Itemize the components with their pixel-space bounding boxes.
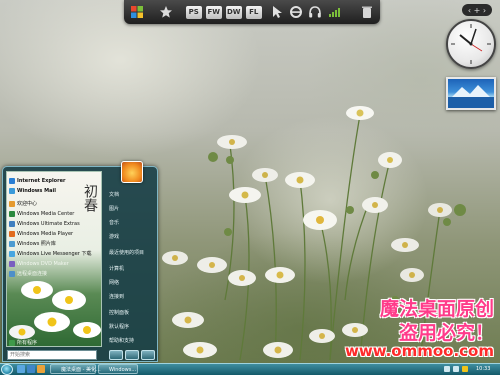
- right-arrow-icon: ›: [482, 5, 487, 15]
- taskbar-task-magic-desktop[interactable]: 魔法桌面 - 美化...: [50, 364, 101, 374]
- start-right-recent-items[interactable]: 最近使用的项目: [109, 249, 157, 257]
- start-item-label: Internet Explorer: [17, 177, 66, 184]
- star-icon[interactable]: [159, 4, 174, 20]
- media-center-icon: [9, 210, 15, 217]
- taskbar-clock[interactable]: 10:33: [476, 364, 490, 374]
- dreamweaver-button[interactable]: DW: [225, 4, 242, 20]
- start-item-label: 所有程序: [17, 340, 38, 346]
- start-right-pictures[interactable]: 图片: [109, 205, 157, 213]
- start-item-live-messenger[interactable]: Windows Live Messenger 下载: [9, 249, 101, 258]
- taskbar-task-windows[interactable]: Windows...: [98, 364, 138, 374]
- start-right-network[interactable]: 网络: [109, 279, 157, 287]
- tray-network-icon[interactable]: [444, 366, 450, 372]
- gadget-panel-button[interactable]: ‹ + ›: [462, 4, 492, 16]
- mail-icon: [9, 187, 15, 194]
- power-button[interactable]: [109, 350, 123, 360]
- start-item-label: 欢迎中心: [17, 201, 38, 207]
- photo-gallery-icon: [9, 240, 15, 247]
- dreamweaver-label: DW: [225, 5, 242, 19]
- watermark-line-2: 盗用必究！: [398, 322, 494, 344]
- start-item-media-player[interactable]: Windows Media Player: [9, 229, 101, 238]
- start-item-photo-gallery[interactable]: Windows 照片库: [9, 239, 101, 248]
- signal-icon[interactable]: [326, 4, 341, 20]
- start-orb-button[interactable]: [1, 364, 13, 375]
- quick-launch-ie-icon[interactable]: [27, 365, 35, 373]
- clock-gadget[interactable]: [446, 19, 496, 69]
- all-programs-arrow-icon: [9, 339, 15, 346]
- mountain-lake-image: [448, 85, 494, 108]
- start-right-help-support[interactable]: 帮助和支持: [109, 337, 157, 345]
- start-item-label: Windows Live Messenger 下载: [17, 251, 92, 257]
- flash-button[interactable]: FL: [245, 4, 262, 20]
- start-right-music[interactable]: 音乐: [109, 219, 157, 227]
- watermark-line-1: 魔法桌面原创: [379, 298, 494, 320]
- start-item-media-center[interactable]: Windows Media Center: [9, 209, 101, 218]
- recycle-bin-icon[interactable]: [359, 4, 374, 20]
- start-item-label: Windows 照片库: [17, 241, 56, 247]
- shutdown-options-button[interactable]: [141, 350, 155, 360]
- quick-launch-folder-icon[interactable]: [37, 365, 45, 373]
- extras-icon: [9, 220, 15, 227]
- headphones-icon[interactable]: [307, 4, 322, 20]
- tray-volume-icon[interactable]: [453, 366, 459, 372]
- messenger-icon: [9, 250, 15, 257]
- start-item-ultimate-extras[interactable]: Windows Ultimate Extras: [9, 219, 101, 228]
- fireworks-label: FW: [205, 5, 222, 19]
- top-dock: PS FW DW FL: [124, 0, 380, 24]
- left-arrow-icon: ‹: [467, 5, 472, 15]
- start-search-input[interactable]: 开始搜索: [7, 350, 97, 360]
- clock-face-icon: [451, 24, 491, 64]
- watermark-line-3: www.ommoo.com: [344, 342, 494, 360]
- start-right-games[interactable]: 游戏: [109, 233, 157, 241]
- start-item-windows-mail[interactable]: Windows Mail: [9, 186, 101, 195]
- start-item-welcome-center[interactable]: 欢迎中心: [9, 199, 101, 208]
- start-item-label: Windows DVD Maker: [17, 260, 69, 267]
- photoshop-label: PS: [185, 5, 202, 19]
- welcome-icon: [9, 200, 15, 207]
- media-player-icon: [9, 230, 15, 237]
- start-item-dvd-maker[interactable]: Windows DVD Maker: [9, 259, 101, 268]
- start-menu-programs-pane: 初春 Internet Explorer Windows Mail 欢迎中心 W…: [6, 171, 102, 347]
- slideshow-gadget[interactable]: [446, 77, 496, 110]
- start-item-internet-explorer[interactable]: Internet Explorer: [9, 176, 101, 185]
- cursor-icon[interactable]: [270, 4, 285, 20]
- quick-launch-desktop-icon[interactable]: [17, 365, 25, 373]
- start-item-remote-desktop[interactable]: 远程桌面连接: [9, 269, 101, 278]
- fireworks-button[interactable]: FW: [205, 4, 222, 20]
- dvd-maker-icon: [9, 260, 15, 267]
- tray-notification-icon[interactable]: [462, 366, 468, 372]
- user-avatar[interactable]: [121, 161, 143, 183]
- start-right-documents[interactable]: 文档: [109, 191, 157, 199]
- start-item-label: Windows Media Player: [17, 230, 74, 237]
- start-item-label: Windows Ultimate Extras: [17, 220, 80, 227]
- windows-logo-icon[interactable]: [130, 4, 145, 20]
- ie-icon[interactable]: [289, 4, 304, 20]
- start-right-control-panel[interactable]: 控制面板: [109, 309, 157, 317]
- start-menu: 初春 Internet Explorer Windows Mail 欢迎中心 W…: [2, 161, 158, 362]
- start-item-label: 远程桌面连接: [17, 271, 48, 277]
- start-item-all-programs[interactable]: 所有程序: [9, 338, 101, 346]
- start-item-label: Windows Mail: [17, 187, 56, 194]
- start-item-label: Windows Media Center: [17, 210, 75, 217]
- remote-desktop-icon: [9, 270, 15, 277]
- plus-icon: +: [473, 5, 481, 15]
- photoshop-button[interactable]: PS: [185, 4, 202, 20]
- lock-button[interactable]: [125, 350, 139, 360]
- start-right-connect-to[interactable]: 连接到: [109, 293, 157, 301]
- start-right-computer[interactable]: 计算机: [109, 265, 157, 273]
- flash-label: FL: [245, 5, 262, 19]
- ie-icon: [9, 177, 15, 184]
- start-right-default-programs[interactable]: 默认程序: [109, 323, 157, 331]
